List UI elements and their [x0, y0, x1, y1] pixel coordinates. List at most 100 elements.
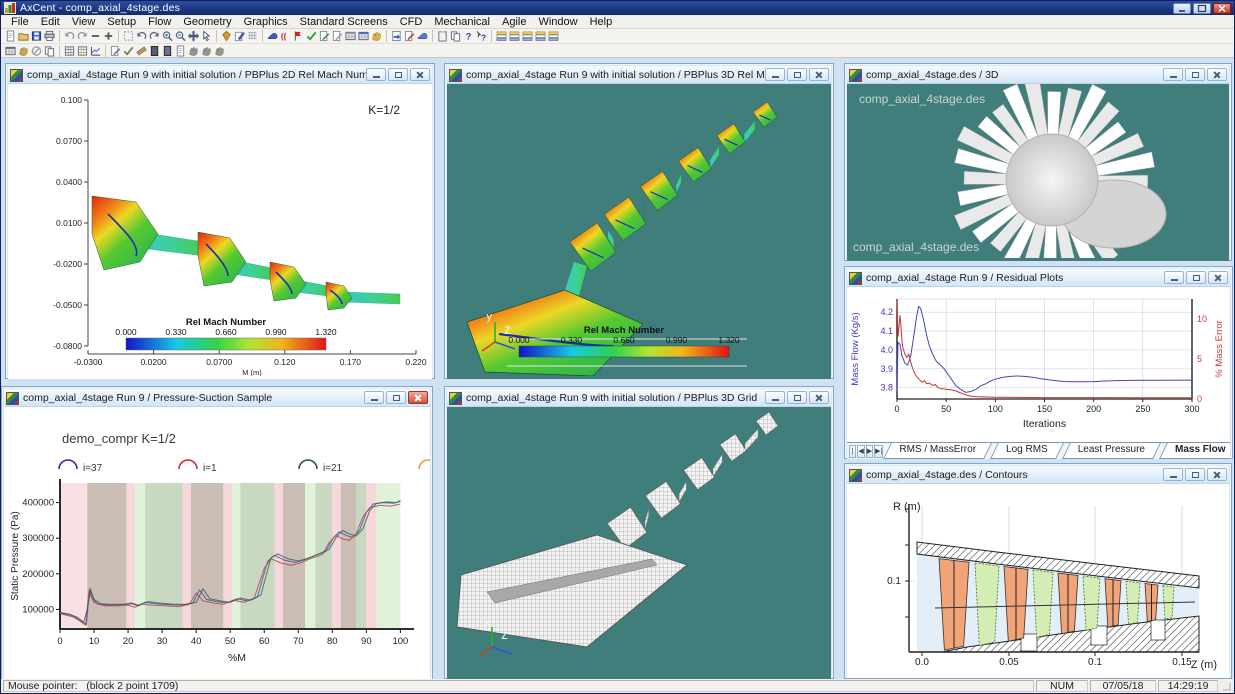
close-button[interactable] [1208, 271, 1228, 284]
run-case-1-button[interactable] [187, 44, 200, 58]
maximize-button[interactable] [1186, 271, 1206, 284]
window-titlebar[interactable]: comp_axial_4stage.des / 3D [847, 66, 1229, 84]
close-button[interactable] [809, 391, 829, 404]
zoom-in-button[interactable] [161, 29, 174, 43]
screen-set-1-button[interactable] [495, 29, 508, 43]
report-edit-button[interactable] [109, 44, 122, 58]
menu-setup[interactable]: Setup [101, 16, 142, 28]
save-button[interactable] [30, 29, 43, 43]
menu-help[interactable]: Help [584, 16, 619, 28]
blade-angles-button[interactable]: (( [279, 29, 292, 43]
view-plot-page-button[interactable] [76, 44, 89, 58]
tab-scroll-0[interactable]: |◀ [849, 445, 856, 458]
help-button[interactable]: ? [462, 29, 475, 43]
mach3d-viewport[interactable]: Rel Mach Number0.0000.3300.6600.9901.320… [447, 84, 831, 376]
report-check-button[interactable] [122, 44, 135, 58]
sketch-mode-button[interactable] [233, 29, 246, 43]
window-titlebar[interactable]: comp_axial_4stage.des / Contours [847, 466, 1229, 484]
zoom-decrease-button[interactable] [89, 29, 102, 43]
menu-agile[interactable]: Agile [496, 16, 532, 28]
close-button[interactable] [809, 68, 829, 81]
close-button[interactable] [1207, 468, 1227, 481]
open-file-button[interactable] [17, 29, 30, 43]
tab-least-pressure[interactable]: Least Pressure [1066, 443, 1157, 459]
menu-edit[interactable]: Edit [35, 16, 66, 28]
print-button[interactable] [43, 29, 56, 43]
app-close-button[interactable] [1213, 3, 1231, 14]
new-file-button[interactable] [4, 29, 17, 43]
print-table-button[interactable] [4, 44, 17, 58]
redo-button[interactable] [76, 29, 89, 43]
maximize-button[interactable] [787, 68, 807, 81]
window-titlebar[interactable]: comp_axial_4stage Run 9 / Residual Plots [847, 269, 1230, 287]
rotate-cw-button[interactable] [148, 29, 161, 43]
screen-set-5-button[interactable] [547, 29, 560, 43]
menu-window[interactable]: Window [532, 16, 583, 28]
materials-button[interactable] [220, 29, 233, 43]
snapshot-light-button[interactable] [174, 44, 187, 58]
close-button[interactable] [408, 391, 428, 404]
screen-set-2-button[interactable] [508, 29, 521, 43]
minimize-button[interactable] [765, 68, 785, 81]
main-titlebar[interactable]: AxCent - comp_axial_4stage.des [1, 1, 1234, 15]
edit-geometry-button[interactable] [318, 29, 331, 43]
window-titlebar[interactable]: comp_axial_4stage Run 9 / Pressure-Sucti… [4, 389, 430, 407]
copy-view-button[interactable] [449, 29, 462, 43]
impeller-tool-button[interactable] [370, 29, 383, 43]
edit-marked-button[interactable] [403, 29, 416, 43]
data-table-button[interactable] [344, 29, 357, 43]
maximize-button[interactable] [1185, 468, 1205, 481]
minimize-button[interactable] [1164, 271, 1184, 284]
minimize-button[interactable] [765, 391, 785, 404]
minimize-button[interactable] [366, 68, 386, 81]
screen-set-4-button[interactable] [534, 29, 547, 43]
run-case-2-button[interactable] [200, 44, 213, 58]
rotate-ccw-button[interactable] [135, 29, 148, 43]
tab-scroll-2[interactable]: ▶ [866, 445, 873, 458]
maximize-button[interactable] [386, 391, 406, 404]
minimize-button[interactable] [364, 391, 384, 404]
hand-tool-button[interactable] [17, 44, 30, 58]
blade-tool-button[interactable] [416, 29, 429, 43]
check-design-button[interactable] [305, 29, 318, 43]
close-button[interactable] [410, 68, 430, 81]
grid-toggle-button[interactable] [246, 29, 259, 43]
layout-board-button[interactable] [436, 29, 449, 43]
menu-view[interactable]: View [66, 16, 102, 28]
map-table-button[interactable] [357, 29, 370, 43]
maximize-button[interactable] [388, 68, 408, 81]
tab-scroll-3[interactable]: ▶| [874, 445, 883, 458]
snapshot-dark-button[interactable] [148, 44, 161, 58]
quick-chart-button[interactable] [89, 44, 102, 58]
menu-geometry[interactable]: Geometry [177, 16, 237, 28]
zoom-out-button[interactable] [174, 29, 187, 43]
zoom-window-button[interactable] [122, 29, 135, 43]
minimize-button[interactable] [1163, 68, 1183, 81]
tab-rms--masserror[interactable]: RMS / MassError [887, 443, 988, 459]
blade-editor-button[interactable] [266, 29, 279, 43]
pan-button[interactable] [187, 29, 200, 43]
run-case-3-button[interactable] [213, 44, 226, 58]
maximize-button[interactable] [787, 391, 807, 404]
grid3d-viewport[interactable]: yz [447, 407, 831, 676]
window-titlebar[interactable]: comp_axial_4stage Run 9 with initial sol… [8, 66, 432, 84]
menu-cfd[interactable]: CFD [394, 16, 429, 28]
flow-cuts-button[interactable] [292, 29, 305, 43]
close-button[interactable] [1207, 68, 1227, 81]
resize-grip[interactable] [1220, 680, 1232, 692]
snapshot-dark-2-button[interactable] [161, 44, 174, 58]
context-help-button[interactable]: ? [475, 29, 488, 43]
menu-file[interactable]: File [5, 16, 35, 28]
edit-disabled-button[interactable] [331, 29, 344, 43]
view-grid-page-button[interactable] [63, 44, 76, 58]
tab-mass-flow[interactable]: Mass Flow [1163, 443, 1230, 459]
maximize-button[interactable] [1185, 68, 1205, 81]
window-titlebar[interactable]: comp_axial_4stage Run 9 with initial sol… [447, 389, 831, 407]
menu-mechanical[interactable]: Mechanical [428, 16, 496, 28]
menu-standard-screens[interactable]: Standard Screens [294, 16, 394, 28]
disable-spin-button[interactable] [30, 44, 43, 58]
window-titlebar[interactable]: comp_axial_4stage Run 9 with initial sol… [447, 66, 831, 84]
minimize-button[interactable] [1163, 468, 1183, 481]
tab-log-rms[interactable]: Log RMS [994, 443, 1060, 459]
export-notes-button[interactable] [390, 29, 403, 43]
